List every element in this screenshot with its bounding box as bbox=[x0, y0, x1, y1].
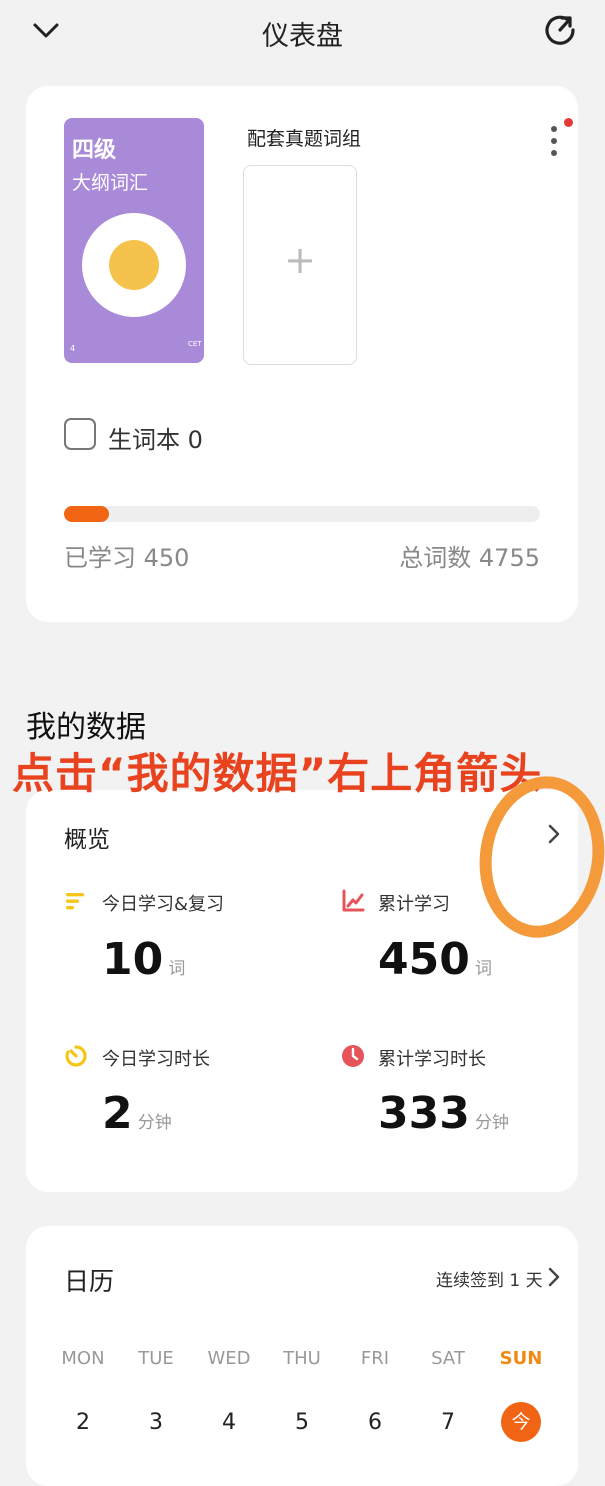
wordbook-cover[interactable]: 四级 大纲词汇 4 CET bbox=[64, 118, 204, 363]
weekday-mon: MON bbox=[61, 1348, 105, 1369]
clock-icon bbox=[342, 1045, 364, 1067]
checkin-streak-link[interactable]: 连续签到 1 天 bbox=[436, 1266, 543, 1291]
calendar-title: 日历 bbox=[64, 1267, 115, 1296]
calendar-day[interactable]: 5 bbox=[272, 1408, 332, 1438]
more-vertical-icon[interactable] bbox=[546, 120, 566, 162]
stat-today-time: 2 分钟 bbox=[102, 1088, 172, 1139]
vocab-notebook-checkbox[interactable] bbox=[64, 418, 96, 450]
paired-group-label: 配套真题词组 bbox=[247, 128, 362, 150]
total-count: 总词数 4755 bbox=[399, 544, 540, 572]
stat-label: 今日学习时长 bbox=[102, 1049, 210, 1070]
add-group-button[interactable]: + bbox=[243, 165, 357, 365]
overview-title: 概览 bbox=[64, 827, 110, 853]
chevron-right-icon[interactable] bbox=[546, 1266, 562, 1288]
calendar-day[interactable]: 3 bbox=[126, 1408, 186, 1438]
stat-unit: 分钟 bbox=[137, 1113, 172, 1133]
stat-value: 450 bbox=[378, 934, 470, 985]
calendar-day[interactable]: 4 bbox=[199, 1408, 259, 1438]
stat-today-words: 10 词 bbox=[102, 934, 185, 985]
notification-dot bbox=[564, 118, 573, 127]
stat-value: 2 bbox=[102, 1088, 133, 1139]
learning-progress-bar bbox=[64, 506, 540, 522]
learned-count: 已学习 450 bbox=[64, 544, 190, 572]
calendar-day[interactable]: 6 bbox=[345, 1408, 405, 1438]
stat-label: 累计学习时长 bbox=[378, 1049, 486, 1070]
calendar-day[interactable]: 7 bbox=[418, 1408, 478, 1438]
page-title: 仪表盘 bbox=[262, 21, 343, 52]
weekday-sun: SUN bbox=[499, 1348, 543, 1369]
weekday-thu: THU bbox=[283, 1348, 321, 1369]
calendar-day[interactable]: 2 bbox=[53, 1408, 113, 1438]
book-corner-mark: CET bbox=[188, 340, 202, 348]
chart-line-icon bbox=[342, 889, 365, 912]
vocab-notebook-label[interactable]: 生词本 0 bbox=[108, 420, 203, 455]
stat-unit: 分钟 bbox=[474, 1113, 509, 1133]
book-title-level: 四级 bbox=[72, 138, 117, 163]
stat-total-time: 333 分钟 bbox=[378, 1088, 509, 1139]
egg-yolk bbox=[109, 240, 159, 290]
progress-fill bbox=[64, 506, 110, 522]
weekday-wed: WED bbox=[207, 1348, 251, 1369]
calendar-today-badge[interactable]: 今 bbox=[501, 1402, 541, 1442]
weekday-tue: TUE bbox=[138, 1348, 174, 1369]
stat-value: 10 bbox=[102, 934, 164, 985]
plus-icon: + bbox=[284, 238, 316, 282]
stat-label: 今日学习&复习 bbox=[102, 894, 225, 915]
timer-icon bbox=[65, 1045, 87, 1067]
list-icon bbox=[66, 893, 84, 910]
stat-total-words: 450 词 bbox=[378, 934, 492, 985]
stat-label: 累计学习 bbox=[378, 894, 450, 915]
stat-unit: 词 bbox=[168, 959, 186, 979]
stat-value: 333 bbox=[378, 1088, 470, 1139]
book-corner-mark: 4 bbox=[70, 344, 76, 353]
weekday-fri: FRI bbox=[360, 1348, 390, 1369]
stat-unit: 词 bbox=[474, 959, 492, 979]
book-title-name: 大纲词汇 bbox=[72, 172, 149, 194]
weekday-sat: SAT bbox=[431, 1348, 465, 1369]
refresh-icon[interactable] bbox=[542, 12, 578, 48]
tutorial-annotation: 点击“我的数据”右上角箭头 bbox=[12, 749, 543, 798]
